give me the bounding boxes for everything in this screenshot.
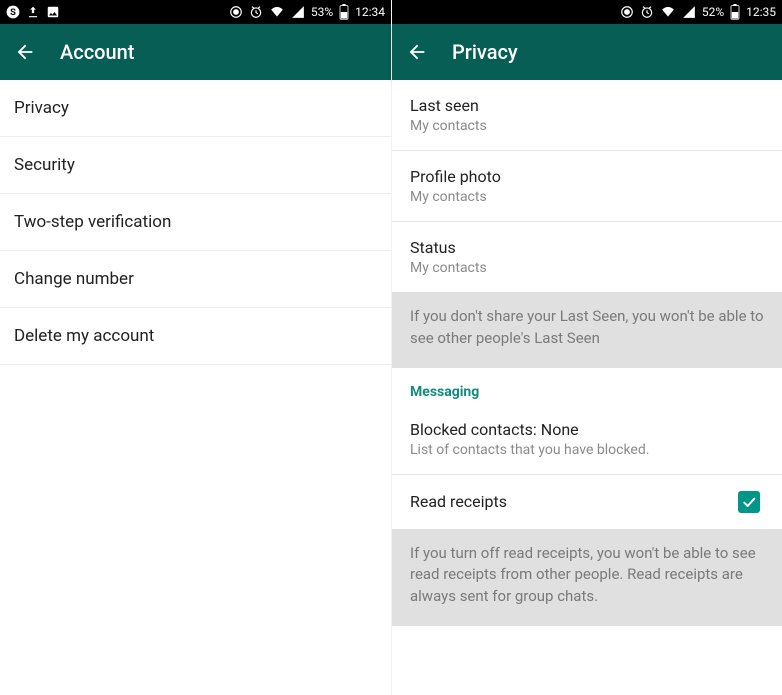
battery-percent: 53% (311, 5, 333, 19)
skype-icon: S (6, 5, 20, 19)
app-bar: Account (0, 24, 391, 80)
page-title: Privacy (452, 40, 518, 64)
item-delete-my-account[interactable]: Delete my account (0, 308, 391, 365)
page-title: Account (60, 40, 134, 64)
clock-time: 12:34 (355, 5, 385, 19)
info-last-seen: If you don't share your Last Seen, you w… (392, 292, 782, 368)
item-label: Change number (14, 269, 134, 289)
back-icon[interactable] (14, 41, 36, 63)
app-bar: Privacy (392, 24, 782, 80)
item-primary: Status (410, 238, 764, 257)
signal-icon (291, 5, 305, 19)
item-label: Two-step verification (14, 212, 171, 232)
item-two-step-verification[interactable]: Two-step verification (0, 194, 391, 251)
item-label: Privacy (14, 98, 69, 118)
screen-account: S 53% 12:3 (0, 0, 391, 695)
section-header-messaging: Messaging (392, 368, 782, 404)
svg-text:S: S (10, 7, 16, 18)
item-primary: Last seen (410, 96, 764, 115)
item-privacy[interactable]: Privacy (0, 80, 391, 137)
clock-time: 12:35 (746, 5, 776, 19)
alarm-icon (249, 5, 263, 19)
battery-icon (730, 4, 740, 20)
screen-privacy: 52% 12:35 Privacy Last seen My contacts … (391, 0, 782, 695)
privacy-list: Last seen My contacts Profile photo My c… (392, 80, 782, 695)
item-profile-photo[interactable]: Profile photo My contacts (392, 151, 782, 222)
item-status[interactable]: Status My contacts (392, 222, 782, 292)
item-read-receipts[interactable]: Read receipts (392, 475, 782, 529)
item-label: Security (14, 155, 75, 175)
status-bar: S 53% 12:3 (0, 0, 391, 24)
item-secondary: My contacts (410, 260, 764, 276)
upload-icon (26, 5, 40, 19)
back-icon[interactable] (406, 41, 428, 63)
info-read-receipts: If you turn off read receipts, you won't… (392, 529, 782, 626)
item-label: Delete my account (14, 326, 154, 346)
wifi-icon (269, 5, 285, 19)
item-last-seen[interactable]: Last seen My contacts (392, 80, 782, 151)
signal-icon (682, 5, 696, 19)
item-blocked-contacts[interactable]: Blocked contacts: None List of contacts … (392, 404, 782, 475)
item-secondary: My contacts (410, 189, 764, 205)
item-secondary: List of contacts that you have blocked. (410, 442, 764, 458)
battery-percent: 52% (702, 5, 724, 19)
item-primary: Blocked contacts: None (410, 420, 764, 439)
item-primary: Read receipts (410, 492, 507, 511)
image-icon (46, 5, 60, 19)
wifi-icon (660, 5, 676, 19)
item-secondary: My contacts (410, 118, 764, 134)
item-primary: Profile photo (410, 167, 764, 186)
status-bar: 52% 12:35 (392, 0, 782, 24)
sync-icon (620, 5, 634, 19)
item-change-number[interactable]: Change number (0, 251, 391, 308)
read-receipts-checkbox[interactable] (738, 491, 760, 513)
account-list: Privacy Security Two-step verification C… (0, 80, 391, 695)
alarm-icon (640, 5, 654, 19)
sync-icon (229, 5, 243, 19)
battery-icon (339, 4, 349, 20)
item-security[interactable]: Security (0, 137, 391, 194)
